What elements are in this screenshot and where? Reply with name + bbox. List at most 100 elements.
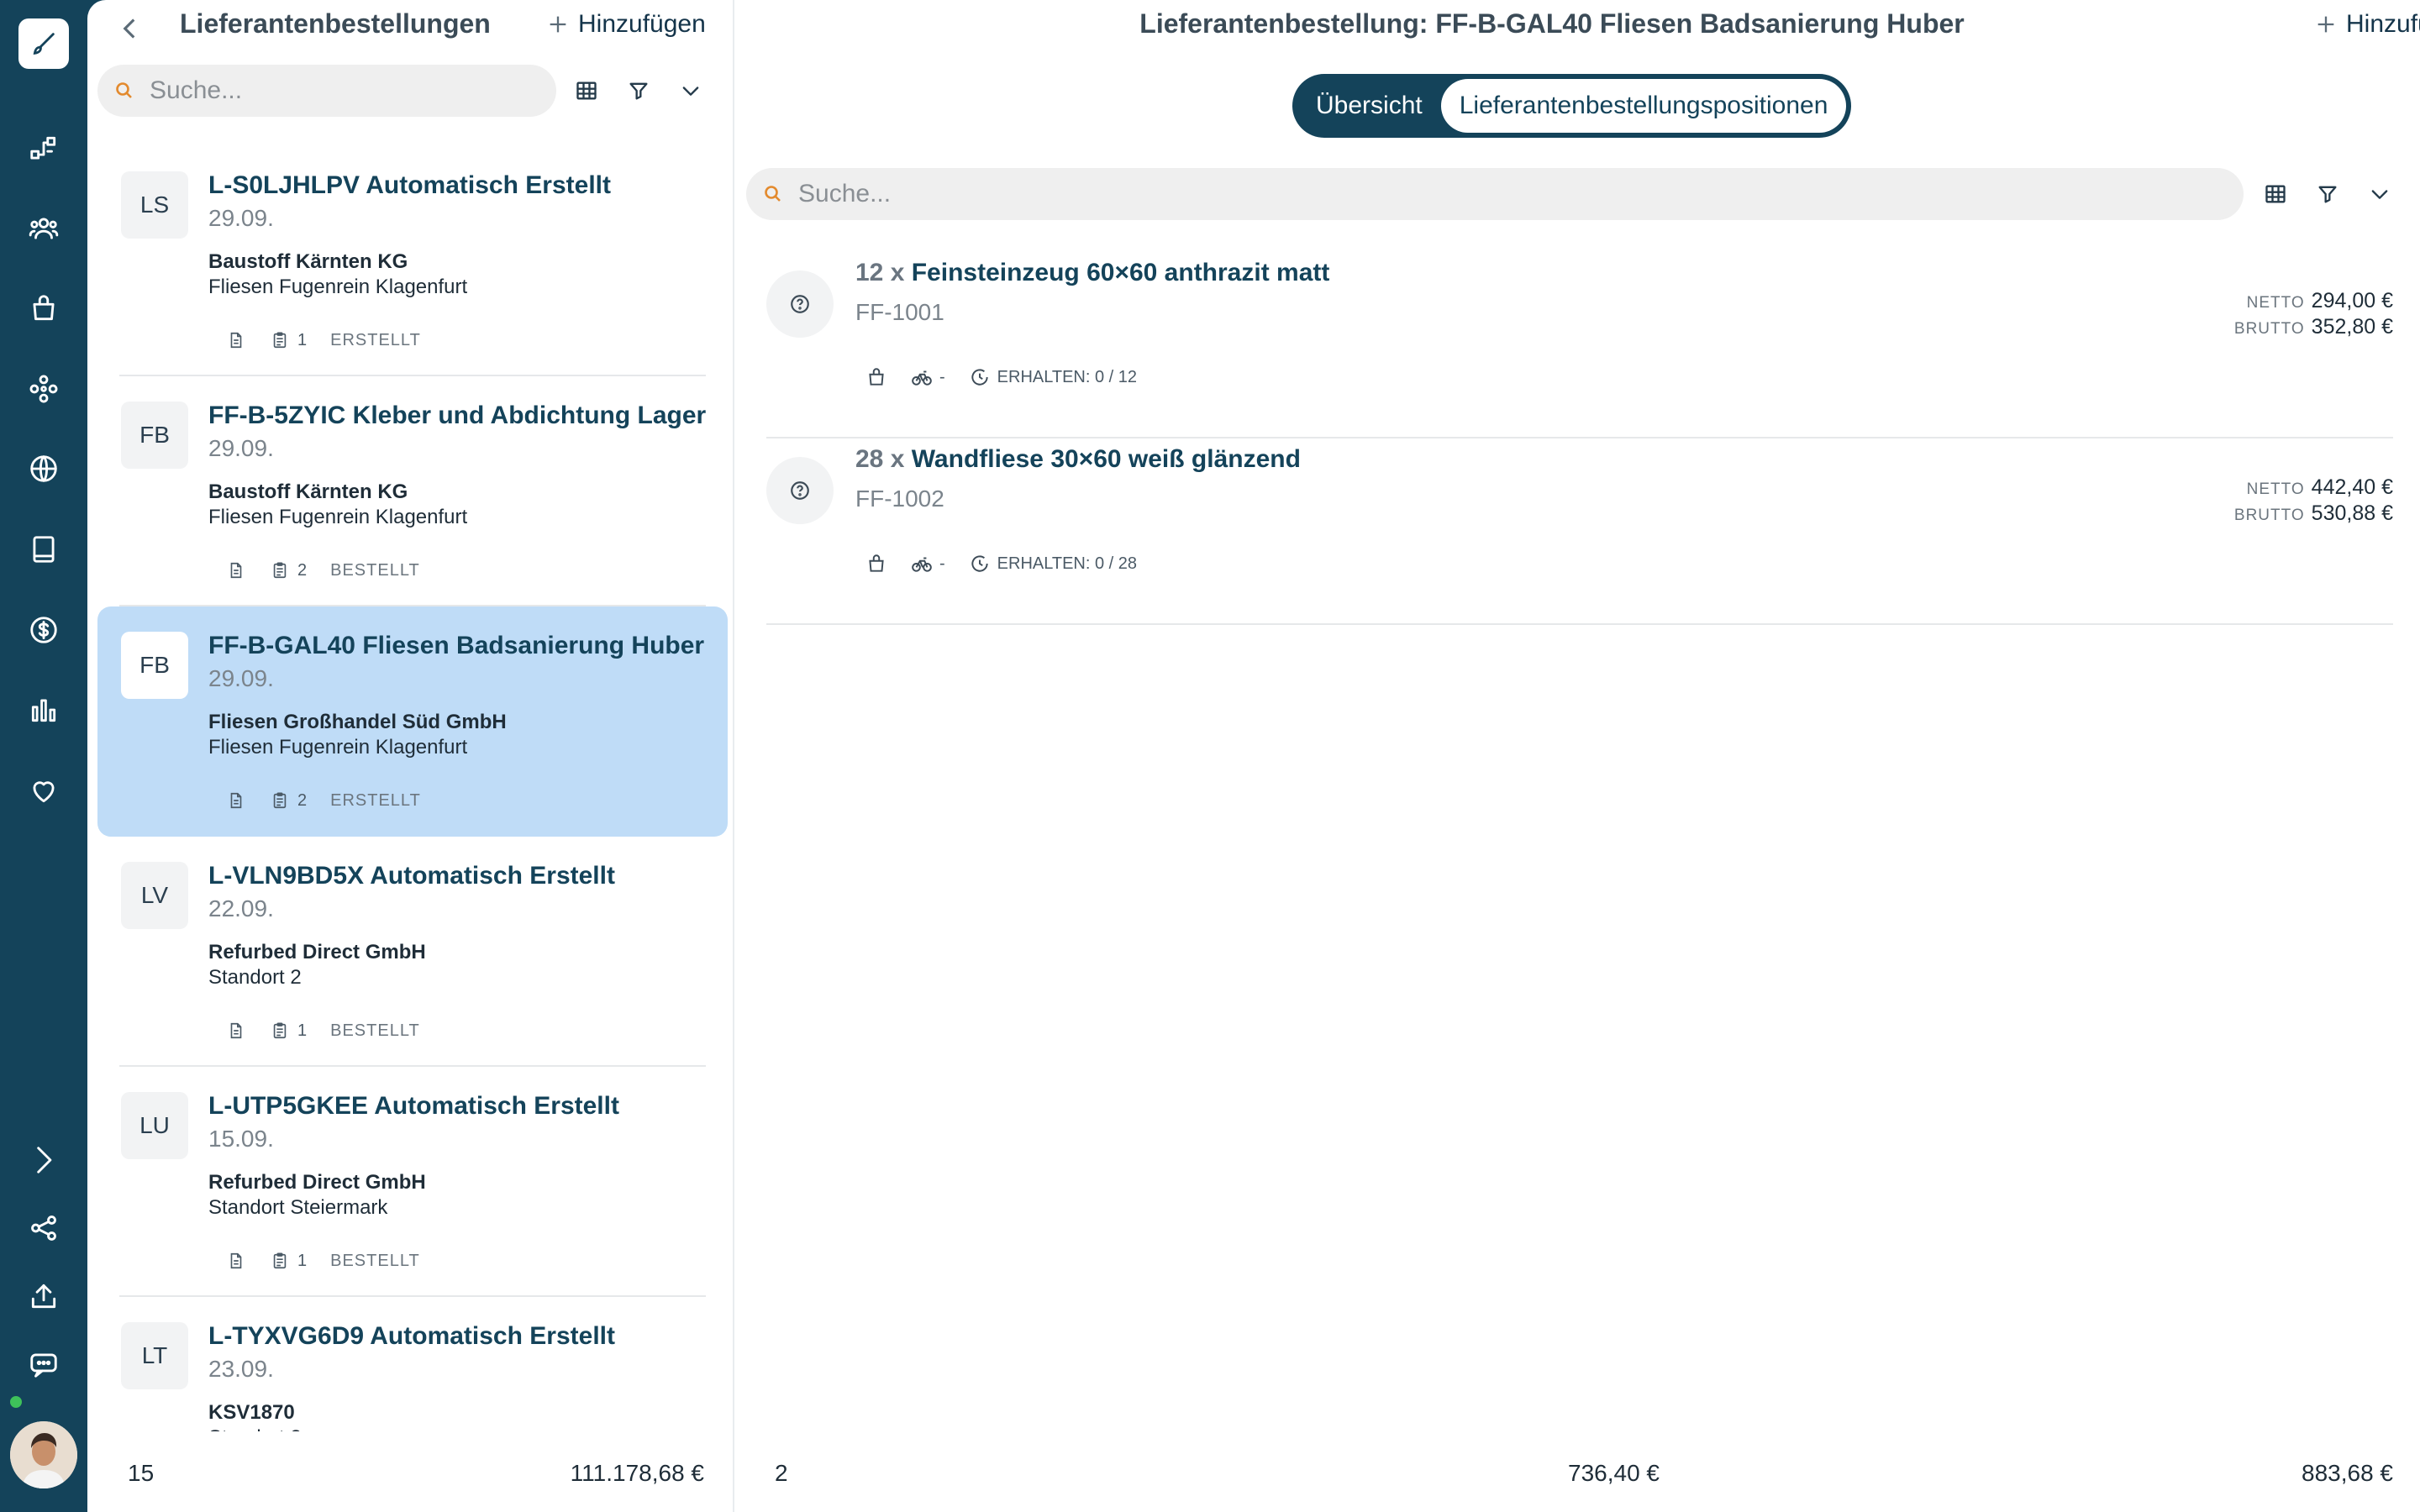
clipboard-icon bbox=[273, 792, 287, 809]
add-position-label: Hinzufügen bbox=[2346, 10, 2420, 38]
order-initials-badge: LV bbox=[121, 862, 188, 929]
filter-icon[interactable] bbox=[2309, 176, 2346, 213]
position-sku: FF-1002 bbox=[855, 486, 944, 512]
chevron-right-icon[interactable] bbox=[24, 1140, 64, 1180]
table-view-icon[interactable] bbox=[2257, 176, 2294, 213]
list-search[interactable] bbox=[97, 65, 556, 117]
plus-icon bbox=[550, 16, 566, 33]
order-list-item[interactable]: LV L-VLN9BD5X Automatisch Erstellt 22.09. R… bbox=[97, 837, 728, 1067]
share-icon[interactable] bbox=[24, 1208, 64, 1248]
order-initials-badge: LT bbox=[121, 1322, 188, 1389]
position-name: Wandfliese 30×60 weiß glänzend bbox=[911, 445, 1301, 473]
net-label: NETTO bbox=[2246, 480, 2305, 498]
order-title: FF-B-5ZYIC Kleber und Abdichtung Lager bbox=[208, 402, 707, 429]
position-meta: - ERHALTEN: 0 / 12 bbox=[865, 366, 1137, 388]
order-position-count: 1 bbox=[297, 1251, 308, 1270]
position-list-item[interactable]: 12 x Feinsteinzeug 60×60 anthrazit matt F… bbox=[766, 252, 2393, 438]
row-divider bbox=[766, 623, 2393, 625]
order-status: BESTELLT bbox=[330, 1021, 420, 1040]
upload-icon[interactable] bbox=[24, 1276, 64, 1316]
position-sku: FF-1001 bbox=[855, 299, 944, 325]
positions-search[interactable] bbox=[746, 168, 2244, 220]
back-button[interactable] bbox=[113, 12, 146, 45]
heart-icon[interactable] bbox=[24, 770, 64, 811]
gross-price: 352,80 € bbox=[2311, 315, 2393, 339]
shopping-bag-icon[interactable] bbox=[24, 288, 64, 328]
order-list-item[interactable]: LT L-TYXVG6D9 Automatisch Erstellt 23.09. K… bbox=[97, 1297, 728, 1433]
order-supplier: Refurbed Direct GmbH bbox=[208, 941, 426, 963]
chevron-down-icon[interactable] bbox=[672, 72, 709, 109]
document-icon bbox=[230, 792, 242, 809]
order-status: BESTELLT bbox=[330, 1251, 420, 1270]
detail-title: Lieferantenbestellung: FF-B-GAL40 Fliese… bbox=[1139, 8, 1965, 39]
workflow-icon[interactable] bbox=[24, 129, 64, 169]
dollar-icon[interactable] bbox=[24, 610, 64, 650]
tab-overview[interactable]: Übersicht bbox=[1297, 79, 1441, 133]
book-icon[interactable] bbox=[24, 529, 64, 570]
order-initials-badge: LS bbox=[121, 171, 188, 239]
position-list-item[interactable]: 28 x Wandfliese 30×60 weiß glänzend FF-10… bbox=[766, 438, 2393, 625]
order-list-item[interactable]: FB FF-B-5ZYIC Kleber und Abdichtung Lager… bbox=[97, 376, 728, 606]
order-position-count: 2 bbox=[297, 790, 308, 810]
clipboard-icon bbox=[273, 1022, 287, 1039]
order-location: Fliesen Fugenrein Klagenfurt bbox=[208, 506, 468, 528]
tab-positions[interactable]: Lieferantenbestellungspositionen bbox=[1440, 79, 1847, 133]
modules-icon[interactable] bbox=[24, 369, 64, 409]
order-title: L-S0LJHLPV Automatisch Erstellt bbox=[208, 171, 611, 199]
order-title: FF-B-GAL40 Fliesen Badsanierung Huber bbox=[208, 632, 705, 659]
order-date: 29.09. bbox=[208, 665, 274, 691]
add-order-button[interactable]: Hinzufügen bbox=[546, 10, 706, 39]
order-location: Fliesen Fugenrein Klagenfurt bbox=[208, 736, 468, 759]
chat-icon[interactable] bbox=[24, 1344, 64, 1384]
net-label: NETTO bbox=[2246, 294, 2305, 312]
order-location: Fliesen Fugenrein Klagenfurt bbox=[208, 276, 468, 298]
positions-search-input[interactable] bbox=[798, 180, 1983, 208]
add-order-label: Hinzufügen bbox=[578, 10, 706, 38]
net-price: 442,40 € bbox=[2311, 475, 2393, 499]
position-prices: NETTO 294,00 € BRUTTO 352,80 € bbox=[2234, 289, 2393, 341]
order-title: L-TYXVG6D9 Automatisch Erstellt bbox=[208, 1322, 615, 1350]
list-title: Lieferantenbestellungen bbox=[180, 8, 491, 39]
order-status: ERSTELLT bbox=[330, 790, 421, 810]
avatar[interactable] bbox=[10, 1421, 77, 1488]
position-quantity: 28 x bbox=[855, 445, 905, 473]
order-position-count: 1 bbox=[297, 330, 308, 349]
online-status-dot bbox=[8, 1394, 24, 1410]
document-icon bbox=[230, 1252, 242, 1269]
order-date: 23.09. bbox=[208, 1356, 274, 1382]
order-list-item[interactable]: LS L-S0LJHLPV Automatisch Erstellt 29.09. B… bbox=[97, 146, 728, 376]
net-price: 294,00 € bbox=[2311, 289, 2393, 312]
order-initials-badge: LU bbox=[121, 1092, 188, 1159]
order-location: Standort Steiermark bbox=[208, 1196, 388, 1219]
position-prices: NETTO 442,40 € BRUTTO 530,88 € bbox=[2234, 475, 2393, 528]
brush-logo-icon[interactable] bbox=[18, 18, 69, 69]
users-icon[interactable] bbox=[24, 208, 64, 249]
delivery-value: - bbox=[939, 554, 945, 573]
clipboard-icon bbox=[273, 562, 287, 579]
received-progress-icon bbox=[971, 555, 988, 572]
filter-icon[interactable] bbox=[620, 72, 657, 109]
positions-total-net: 736,40 € bbox=[1568, 1460, 1660, 1486]
globe-icon[interactable] bbox=[24, 449, 64, 489]
clipboard-icon bbox=[273, 332, 287, 349]
chevron-down-icon[interactable] bbox=[2361, 176, 2398, 213]
bike-icon bbox=[912, 557, 932, 572]
order-list-item[interactable]: LU L-UTP5GKEE Automatisch Erstellt 15.09. R… bbox=[97, 1067, 728, 1297]
bar-chart-icon[interactable] bbox=[24, 690, 64, 730]
position-heading: 28 x Wandfliese 30×60 weiß glänzend bbox=[855, 445, 1301, 474]
table-view-icon[interactable] bbox=[568, 72, 605, 109]
received-progress-icon bbox=[971, 369, 988, 386]
document-icon bbox=[230, 332, 242, 349]
add-position-button[interactable]: Hinzufügen bbox=[2314, 10, 2420, 39]
order-list-item[interactable]: FB FF-B-GAL40 Fliesen Badsanierung Huber 2… bbox=[97, 606, 728, 837]
order-date: 29.09. bbox=[208, 435, 274, 461]
order-meta: 2 ERSTELLT bbox=[227, 788, 421, 813]
list-total-count: 15 bbox=[128, 1460, 155, 1486]
list-search-input[interactable] bbox=[150, 76, 503, 105]
order-supplier: Fliesen Großhandel Süd GmbH bbox=[208, 711, 507, 733]
order-position-count: 1 bbox=[297, 1021, 308, 1040]
list-total-sum: 111.178,68 € bbox=[570, 1460, 704, 1486]
order-initials-badge: FB bbox=[121, 632, 188, 699]
app-rail bbox=[0, 0, 87, 1512]
position-quantity: 12 x bbox=[855, 259, 905, 286]
